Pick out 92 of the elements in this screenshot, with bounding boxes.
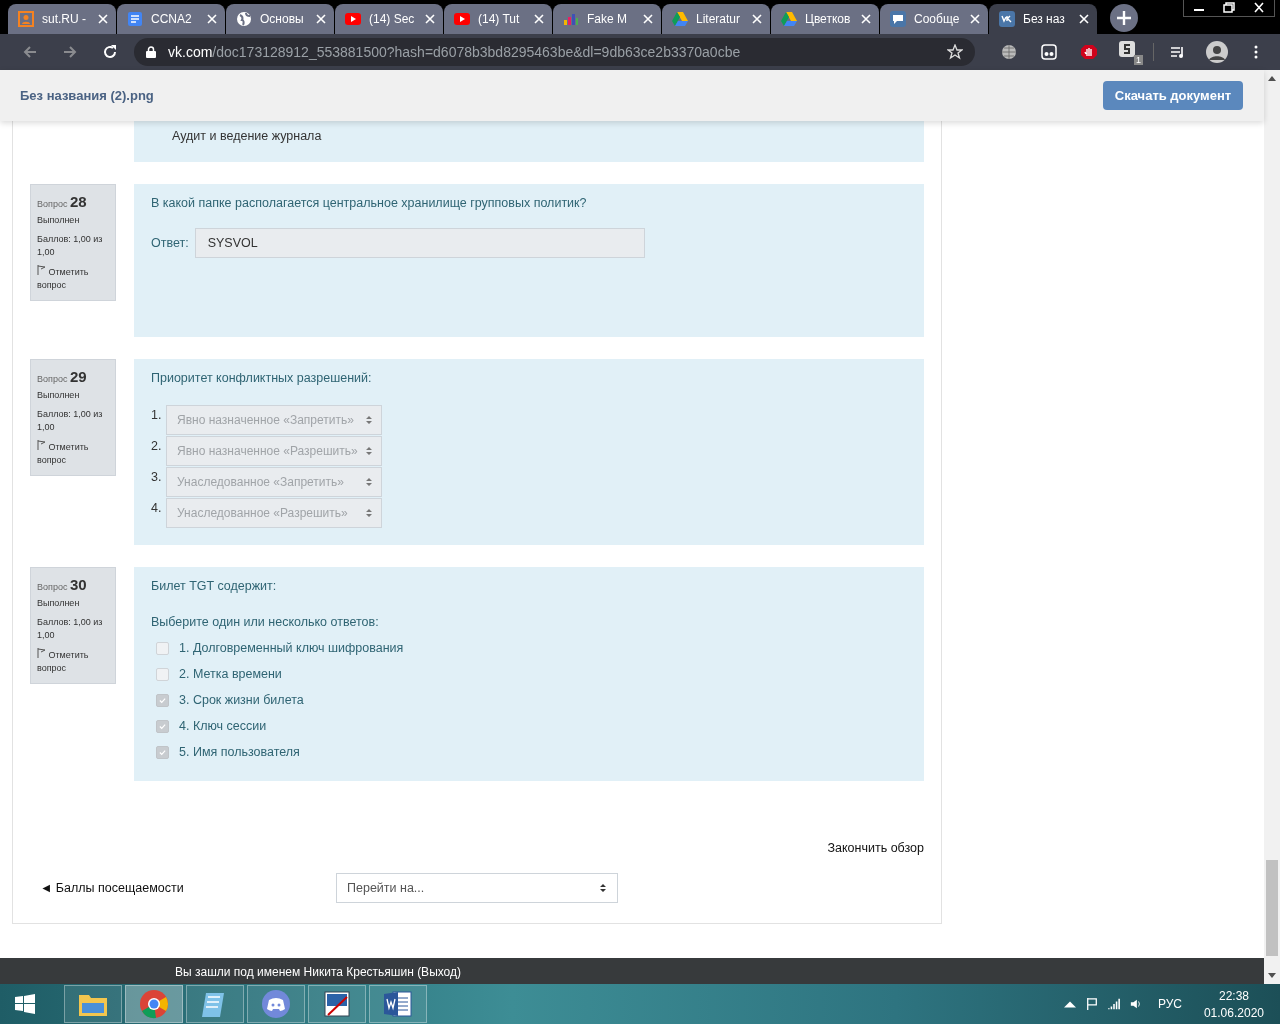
chrome-icon <box>139 989 169 1019</box>
play-icon <box>345 11 361 27</box>
question-grade: Баллов: 1,00 из 1,00 <box>37 616 104 643</box>
option-label: 1. Долговременный ключ шифрования <box>179 641 404 655</box>
updown-icon <box>365 508 373 518</box>
option-label: 3. Срок жизни билета <box>179 693 304 707</box>
browser-tab[interactable]: Цветков <box>771 4 879 34</box>
taskbar-app[interactable] <box>247 985 305 1023</box>
download-button[interactable]: Скачать документ <box>1103 81 1243 110</box>
browser-tab[interactable]: Literatur <box>662 4 770 34</box>
question-prompt: Выберите один или несколько ответов: <box>151 615 380 629</box>
question-text: В какой папке располагается центральное хранилище групповых политик? <box>151 196 588 210</box>
question-grade: Баллов: 1,00 из 1,00 <box>37 408 104 435</box>
updown-icon <box>365 415 373 425</box>
taskbar-app[interactable] <box>64 985 122 1023</box>
select-field: Явно назначенное «Запретить» <box>166 405 382 435</box>
paint-icon <box>322 989 352 1019</box>
select-field: Явно назначенное «Разрешить» <box>166 436 382 466</box>
question-state: Выполнен <box>37 598 81 608</box>
vk-icon <box>999 11 1015 27</box>
flag-link[interactable]: Отметить вопрос <box>37 265 111 293</box>
option-label: 4. Ключ сессии <box>179 719 267 733</box>
browser-tab[interactable]: sut.RU - <box>8 4 116 34</box>
question-state: Выполнен <box>37 215 81 225</box>
chat-icon <box>890 11 906 27</box>
gamepad-icon <box>261 989 291 1019</box>
scrollbar-thumb[interactable] <box>1266 860 1278 956</box>
select-field: Унаследованное «Разрешить» <box>166 498 382 528</box>
triangle-icon <box>781 11 797 27</box>
updown-icon <box>365 477 373 487</box>
signal-icon[interactable] <box>1107 998 1120 1010</box>
question-grade: Баллов: 1,00 из 1,00 <box>37 233 104 260</box>
updown-icon <box>599 883 607 893</box>
flag-icon <box>37 265 46 276</box>
option-label: 5. Имя пользователя <box>179 745 300 759</box>
jump-select[interactable]: Перейти на... <box>336 873 618 903</box>
triangle-icon <box>672 11 688 27</box>
globe-icon <box>236 11 252 27</box>
question-state: Выполнен <box>37 390 81 400</box>
taskbar-app[interactable] <box>308 985 366 1023</box>
close-icon[interactable] <box>1079 14 1089 24</box>
person-icon <box>18 11 34 27</box>
browser-tab[interactable]: (14) Sec <box>335 4 443 34</box>
flag-link[interactable]: Отметить вопрос <box>37 648 111 676</box>
item-number: 3. <box>151 469 161 484</box>
clock-time: 22:38 <box>1218 988 1249 1003</box>
clock[interactable]: 22:38 01.06.2020 <box>1203 988 1264 1020</box>
taskbar-app[interactable] <box>186 985 244 1023</box>
browser-tab[interactable]: Без наз <box>989 4 1097 34</box>
login-info: Вы зашли под именем Никита Крестьяшин (Выход) <box>175 966 463 978</box>
option-label: 2. Метка времени <box>179 667 282 681</box>
scroll-up-arrow[interactable] <box>1268 75 1276 81</box>
new-tab-button[interactable] <box>1110 4 1138 32</box>
taskbar-app[interactable] <box>369 985 427 1023</box>
language-indicator[interactable]: РУС <box>1157 997 1182 1011</box>
flag-link[interactable]: Отметить вопрос <box>37 440 111 468</box>
word-icon <box>383 989 413 1019</box>
clock-date: 01.06.2020 <box>1203 1005 1264 1020</box>
item-number: 1. <box>151 407 161 422</box>
address-bar[interactable]: vk.com/doc173128912_553881500?hash=d6078b3bd8295463be&dl=9db63ce2b3370a0cbe <box>134 38 975 66</box>
browser-tab[interactable]: Основы <box>226 4 334 34</box>
flag-icon <box>37 440 46 451</box>
browser-tab[interactable]: Сообще <box>880 4 988 34</box>
extension-badge: 1 <box>1134 55 1143 65</box>
item-number: 4. <box>151 500 161 515</box>
play-icon <box>454 11 470 27</box>
bars-icon <box>563 11 579 27</box>
answer-text: Аудит и ведение журнала <box>172 129 322 143</box>
item-number: 2. <box>151 438 161 453</box>
scroll-down-arrow[interactable] <box>1268 973 1276 979</box>
question-text: Билет TGT содержит: <box>151 579 278 593</box>
document-icon <box>127 11 143 27</box>
answer-field: SYSVOL <box>194 228 645 258</box>
flag-icon[interactable] <box>1085 998 1098 1010</box>
url-text: vk.com/doc173128912_553881500?hash=d6078b3bd8295463be&dl=9db63ce2b3370a0cbe <box>168 44 742 60</box>
browser-tab[interactable]: (14) Tut <box>444 4 552 34</box>
speaker-icon[interactable] <box>1129 998 1142 1010</box>
select-field: Унаследованное «Запретить» <box>166 467 382 497</box>
flag-icon <box>37 648 46 659</box>
previous-activity-link[interactable]: ◄ Баллы посещаемости <box>40 881 336 895</box>
question-number: Вопрос 30 <box>37 576 88 593</box>
browser-tab[interactable]: Fake M <box>553 4 661 34</box>
lock-icon <box>146 46 156 58</box>
browser-tab[interactable]: CCNA2 <box>117 4 225 34</box>
star-icon[interactable] <box>947 44 963 60</box>
document-title: Без названия (2).png <box>20 88 154 103</box>
question-text: Приоритет конфликтных разрешений: <box>151 371 373 385</box>
question-number: Вопрос 29 <box>37 368 88 385</box>
updown-icon <box>365 446 373 456</box>
question-number: Вопрос 28 <box>37 193 88 210</box>
answer-label: Ответ: <box>151 236 189 250</box>
finish-review-link[interactable]: Закончить обзор <box>827 841 924 855</box>
